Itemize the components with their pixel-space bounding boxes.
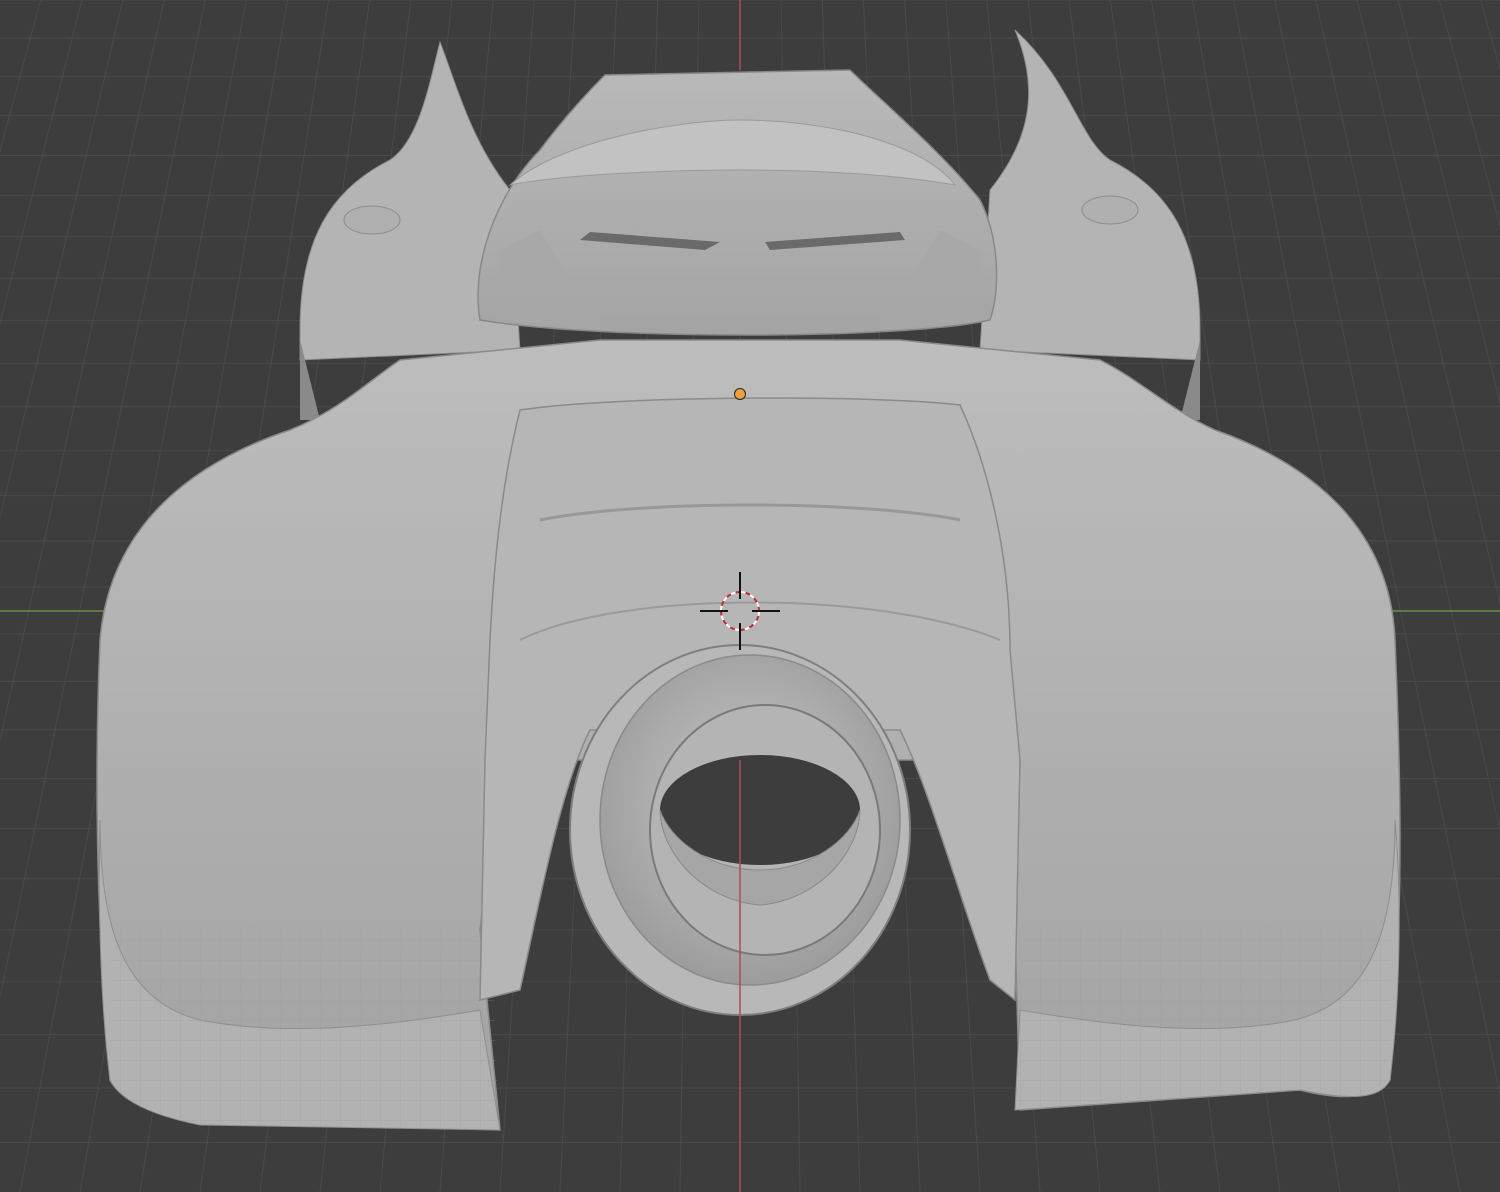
grid-reflection-right <box>1015 930 1390 1110</box>
right-tail-light <box>1081 195 1139 225</box>
3d-viewport[interactable] <box>0 0 1500 1192</box>
object-origin-point[interactable] <box>734 388 746 400</box>
grid-reflection-left <box>110 930 500 1130</box>
viewport-canvas[interactable] <box>0 0 1500 1192</box>
left-tail-light <box>343 205 401 235</box>
